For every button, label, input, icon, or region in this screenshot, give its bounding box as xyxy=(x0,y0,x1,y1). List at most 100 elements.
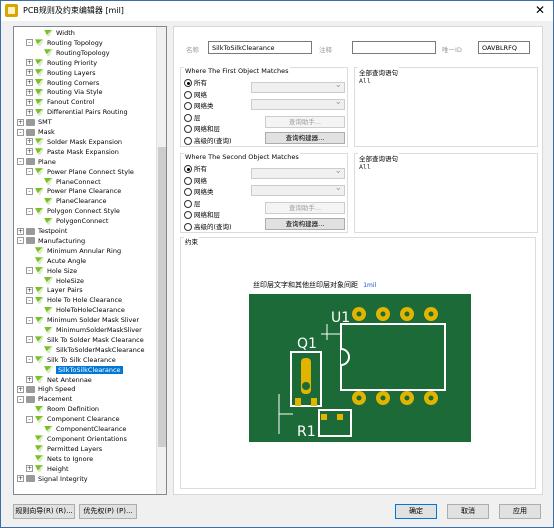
first_object-option[interactable]: 高级的(查询) xyxy=(184,136,232,146)
tree-item[interactable]: Nets to Ignore xyxy=(26,454,93,464)
second_object-option[interactable]: 所有 xyxy=(184,164,207,174)
second_object-option[interactable]: 网络和层 xyxy=(184,210,220,220)
collapse-icon[interactable]: - xyxy=(26,316,33,324)
expand-icon[interactable]: + xyxy=(17,118,24,126)
radio-icon[interactable] xyxy=(184,188,192,196)
rule-name-field[interactable]: SilkToSilkClearance xyxy=(208,41,312,54)
cancel-button[interactable]: 取消 xyxy=(447,504,489,519)
rules-tree[interactable]: Width - Routing Topology RoutingTopology + Ro… xyxy=(13,26,167,495)
tree-item[interactable]: HoleToHoleClearance xyxy=(35,305,125,315)
radio-icon[interactable] xyxy=(184,136,192,145)
expand-icon[interactable]: + xyxy=(26,286,33,294)
expand-icon[interactable]: + xyxy=(26,79,33,86)
tree-item[interactable]: MinimumSolderMaskSliver xyxy=(35,325,142,335)
tree-item[interactable]: Width xyxy=(35,28,75,38)
collapse-icon[interactable]: - xyxy=(26,336,33,344)
radio-icon[interactable] xyxy=(184,102,192,110)
tree-item[interactable]: SilkToSolderMaskClearance xyxy=(35,345,144,355)
collapse-icon[interactable]: - xyxy=(26,356,33,364)
expand-icon[interactable]: + xyxy=(26,138,33,146)
collapse-icon[interactable]: - xyxy=(26,296,33,304)
tree-item[interactable]: - Routing Topology xyxy=(26,38,103,48)
collapse-icon[interactable]: - xyxy=(26,415,33,423)
clearance-value[interactable]: 1mil xyxy=(363,282,376,289)
tree-item[interactable]: Acute Angle xyxy=(26,256,86,266)
expand-icon[interactable]: + xyxy=(17,475,24,482)
second-query-helper-button[interactable]: 查询助手... xyxy=(265,202,345,214)
tree-item[interactable]: HoleSize xyxy=(35,276,84,286)
tree-scrollbar[interactable] xyxy=(156,27,166,494)
apply-button[interactable]: 应用 xyxy=(499,504,541,519)
tree-item[interactable]: - Power Plane Clearance xyxy=(26,186,121,196)
collapse-icon[interactable]: - xyxy=(26,168,33,176)
radio-icon[interactable] xyxy=(184,211,192,219)
tree-item[interactable]: - Plane xyxy=(17,157,56,167)
tree-item[interactable]: - Mask xyxy=(17,127,55,137)
collapse-icon[interactable]: - xyxy=(26,39,33,47)
tree-item[interactable]: + Fanout Control xyxy=(26,97,94,107)
second_object-option[interactable]: 网络类 xyxy=(184,187,214,197)
tree-item[interactable]: PlaneConnect xyxy=(35,177,101,187)
collapse-icon[interactable]: - xyxy=(26,267,33,275)
comment-field[interactable] xyxy=(352,41,436,54)
expand-icon[interactable]: + xyxy=(26,108,33,116)
collapse-icon[interactable]: - xyxy=(26,207,33,215)
expand-icon[interactable]: + xyxy=(17,227,24,235)
tree-item[interactable]: + SMT xyxy=(17,117,52,127)
tree-item[interactable]: - Hole Size xyxy=(26,266,77,276)
tree-item[interactable]: + Routing Via Style xyxy=(26,87,102,97)
radio-icon[interactable] xyxy=(184,176,192,185)
tree-item[interactable]: - Silk To Silk Clearance xyxy=(26,355,116,365)
ok-button[interactable]: 确定 xyxy=(395,504,437,519)
expand-icon[interactable]: + xyxy=(26,59,33,67)
tree-item[interactable]: - Hole To Hole Clearance xyxy=(26,295,122,305)
second-combo-1[interactable] xyxy=(251,166,345,179)
first-combo-1[interactable] xyxy=(251,80,345,93)
expand-icon[interactable]: + xyxy=(26,98,33,106)
tree-item[interactable]: + High Speed xyxy=(17,384,75,394)
second-query-text[interactable]: All xyxy=(359,163,371,171)
radio-icon[interactable] xyxy=(184,165,192,173)
tree-item[interactable]: + Solder Mask Expansion xyxy=(26,137,122,147)
radio-icon[interactable] xyxy=(184,125,192,133)
tree-item[interactable]: Minimum Annular Ring xyxy=(26,246,121,256)
collapse-icon[interactable]: - xyxy=(26,187,33,195)
unique-id-field[interactable]: OAVBLRFQ xyxy=(478,41,530,54)
first-query-text[interactable]: All xyxy=(359,77,371,85)
tree-item[interactable]: - Minimum Solder Mask Sliver xyxy=(26,315,139,325)
tree-item[interactable]: Permitted Layers xyxy=(26,444,102,454)
tree-item[interactable]: - Power Plane Connect Style xyxy=(26,167,134,177)
first_object-option[interactable]: 网络和层 xyxy=(184,124,220,134)
first-query-helper-button[interactable]: 查询助手... xyxy=(265,116,345,128)
second_object-option[interactable]: 高级的(查询) xyxy=(184,222,232,232)
expand-icon[interactable]: + xyxy=(26,148,33,156)
radio-icon[interactable] xyxy=(184,199,192,208)
tree-item[interactable]: RoutingTopology xyxy=(35,48,110,58)
second_object-option[interactable]: 层 xyxy=(184,199,201,209)
tree-item[interactable]: + Testpoint xyxy=(17,226,67,236)
radio-icon[interactable] xyxy=(184,222,192,231)
expand-icon[interactable]: + xyxy=(26,88,33,96)
first-combo-2[interactable] xyxy=(251,97,345,110)
tree-item[interactable]: - Polygon Connect Style xyxy=(26,206,120,216)
expand-icon[interactable]: + xyxy=(17,385,24,393)
first_object-option[interactable]: 所有 xyxy=(184,78,207,88)
expand-icon[interactable]: + xyxy=(26,465,33,473)
rule-wizard-button[interactable]: 规则向导(R) (R)... xyxy=(13,504,75,519)
tree-item[interactable]: PolygonConnect xyxy=(35,216,108,226)
second_object-option[interactable]: 网络 xyxy=(184,176,207,186)
tree-item[interactable]: + Paste Mask Expansion xyxy=(26,147,119,157)
tree-item[interactable]: - Placement xyxy=(17,394,72,404)
tree-item[interactable]: - Manufacturing xyxy=(17,236,85,246)
collapse-icon[interactable]: - xyxy=(17,158,24,166)
collapse-icon[interactable]: - xyxy=(17,395,24,403)
collapse-icon[interactable]: - xyxy=(17,237,24,245)
first_object-option[interactable]: 层 xyxy=(184,113,201,123)
first-query-builder-button[interactable]: 查询构建器... xyxy=(265,132,345,144)
expand-icon[interactable]: + xyxy=(26,376,33,383)
radio-icon[interactable] xyxy=(184,113,192,122)
tree-item[interactable]: + Differential Pairs Routing xyxy=(26,107,128,117)
tree-item[interactable]: - Silk To Solder Mask Clearance xyxy=(26,335,144,345)
expand-icon[interactable]: + xyxy=(26,69,33,77)
tree-item[interactable]: Component Orientations xyxy=(26,434,127,444)
